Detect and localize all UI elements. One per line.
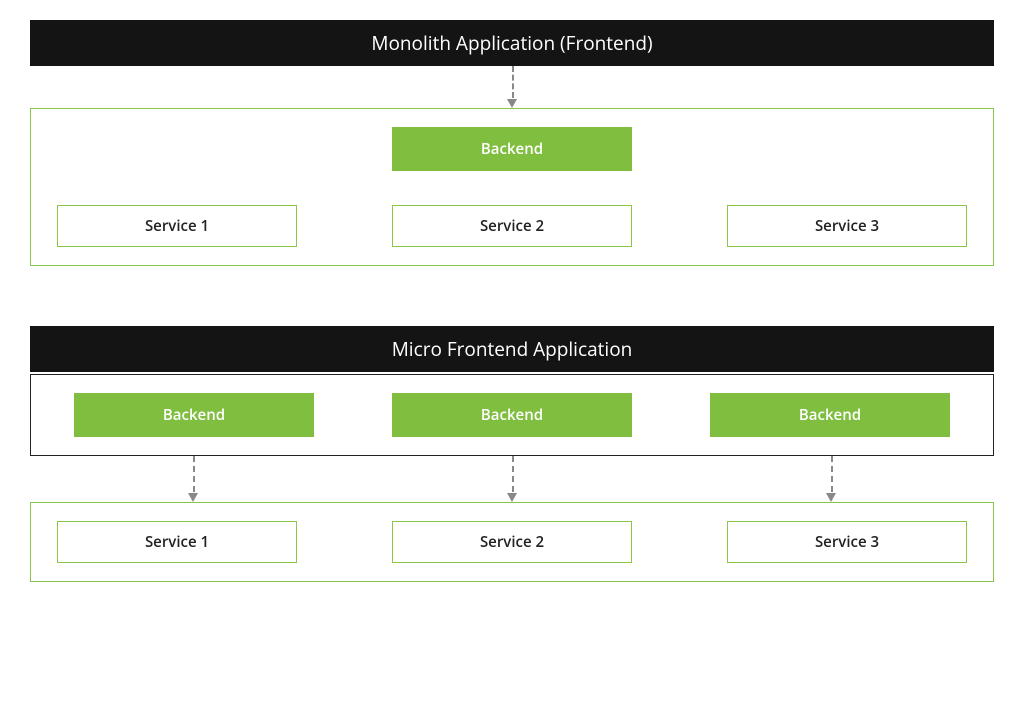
- arrow-backend3-to-service3: [693, 456, 968, 502]
- monolith-backend-box: Backend: [392, 127, 632, 171]
- monolith-service-1: Service 1: [57, 205, 297, 247]
- micro-services-row: Service 1 Service 2 Service 3: [57, 521, 967, 563]
- micro-service-3: Service 3: [727, 521, 967, 563]
- arrow-backend2-to-service2: [375, 456, 650, 502]
- monolith-backend-label: Backend: [481, 139, 543, 159]
- arrow-line: [193, 456, 195, 492]
- micro-section: Micro Frontend Application Backend Backe…: [30, 326, 994, 582]
- arrow-line: [831, 456, 833, 492]
- monolith-section: Monolith Application (Frontend) Backend …: [30, 20, 994, 266]
- arrow-down-icon: [507, 99, 517, 108]
- monolith-services-row: Service 1 Service 2 Service 3: [57, 205, 967, 247]
- monolith-title: Monolith Application (Frontend): [371, 30, 652, 56]
- service-label: Service 2: [480, 216, 544, 236]
- micro-backend-1: Backend: [74, 393, 314, 437]
- arrow-monolith-to-backend: [30, 66, 994, 108]
- backend-label: Backend: [799, 405, 861, 425]
- arrow-down-icon: [507, 493, 517, 502]
- monolith-title-bar: Monolith Application (Frontend): [30, 20, 994, 66]
- arrow-down-icon: [188, 493, 198, 502]
- arrow-backend1-to-service1: [56, 456, 331, 502]
- micro-service-2: Service 2: [392, 521, 632, 563]
- micro-title-bar: Micro Frontend Application: [30, 326, 994, 372]
- arrow-line: [512, 66, 514, 98]
- service-label: Service 2: [480, 532, 544, 552]
- micro-backend-2: Backend: [392, 393, 632, 437]
- micro-backends-row: Backend Backend Backend: [57, 393, 967, 437]
- monolith-backend-row: Backend: [57, 127, 967, 171]
- monolith-service-2: Service 2: [392, 205, 632, 247]
- micro-title: Micro Frontend Application: [392, 336, 633, 362]
- micro-backends-container: Backend Backend Backend: [30, 374, 994, 456]
- monolith-service-3: Service 3: [727, 205, 967, 247]
- arrow-line: [512, 456, 514, 492]
- service-label: Service 3: [815, 216, 879, 236]
- backend-label: Backend: [481, 405, 543, 425]
- monolith-container: Backend Service 1 Service 2 Service 3: [30, 108, 994, 266]
- micro-services-container: Service 1 Service 2 Service 3: [30, 502, 994, 582]
- service-label: Service 3: [815, 532, 879, 552]
- backend-label: Backend: [163, 405, 225, 425]
- arrow-down-icon: [826, 493, 836, 502]
- micro-service-1: Service 1: [57, 521, 297, 563]
- service-label: Service 1: [145, 216, 209, 236]
- micro-arrows-row: [30, 456, 994, 502]
- service-label: Service 1: [145, 532, 209, 552]
- micro-backend-3: Backend: [710, 393, 950, 437]
